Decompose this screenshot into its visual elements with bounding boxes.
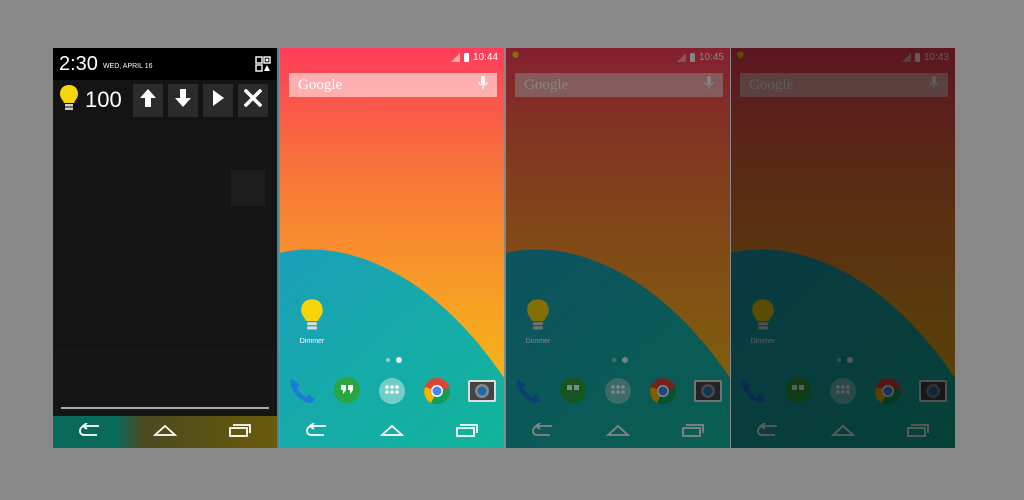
phone-panel-dimmer-controls: 2:30 WED, APRIL 16 100 [53, 48, 277, 448]
google-search-bar[interactable]: Google [740, 73, 948, 97]
hangouts-icon[interactable] [557, 375, 589, 407]
lightbulb-icon [59, 84, 79, 117]
arrow-up-icon [139, 88, 157, 113]
dimmer-app-shortcut[interactable]: Dimmer [745, 298, 781, 345]
page-indicator [612, 357, 628, 363]
recents-icon[interactable] [455, 423, 479, 442]
notification-header: 2:30 WED, APRIL 16 [53, 48, 277, 80]
microphone-icon[interactable] [704, 75, 714, 95]
app-drawer-icon[interactable] [827, 375, 859, 407]
phone-icon[interactable] [737, 375, 769, 407]
back-icon[interactable] [756, 421, 780, 442]
status-bar: 10:45 [506, 48, 730, 66]
lightbulb-icon [751, 299, 775, 336]
navigation-bar [280, 416, 504, 448]
status-time: 10:45 [698, 51, 724, 63]
signal-icon [901, 52, 911, 62]
chrome-icon[interactable] [421, 375, 453, 407]
lightbulb-icon [300, 299, 324, 336]
navigation-bar [506, 416, 730, 448]
app-label: Dimmer [525, 338, 551, 345]
recents-icon[interactable] [228, 423, 252, 442]
battery-icon [914, 52, 920, 62]
app-label: Dimmer [750, 338, 776, 345]
camera-icon[interactable] [692, 375, 724, 407]
hangouts-icon[interactable] [331, 375, 363, 407]
back-icon[interactable] [78, 421, 102, 442]
clock-date: WED, APRIL 16 [102, 63, 153, 70]
dock [506, 374, 730, 408]
hangouts-icon[interactable] [782, 375, 814, 407]
chrome-icon[interactable] [872, 375, 904, 407]
signal-icon [450, 52, 460, 62]
quick-settings-icon[interactable] [255, 56, 271, 77]
home-icon[interactable] [830, 423, 856, 442]
status-time: 10:44 [472, 51, 498, 63]
app-label: Dimmer [299, 338, 325, 345]
play-icon [211, 89, 225, 112]
phone-panel-home-bright: 10:44 Google Dimmer [280, 48, 504, 448]
recents-icon[interactable] [681, 423, 705, 442]
app-drawer-icon[interactable] [602, 375, 634, 407]
google-search-bar[interactable]: Google [515, 73, 723, 97]
brightness-down-button[interactable] [168, 83, 198, 117]
phone-panel-home-dimmed: 10:45 Google Dimmer [506, 48, 730, 448]
lightbulb-icon [526, 299, 550, 336]
back-icon[interactable] [531, 421, 555, 442]
page-indicator [837, 357, 853, 363]
dimmer-notification: 100 [53, 82, 277, 118]
navigation-bar [53, 416, 277, 448]
home-icon[interactable] [152, 423, 178, 442]
status-bar: 10:43 [731, 48, 955, 66]
dimmer-app-shortcut[interactable]: Dimmer [520, 298, 556, 345]
page-indicator [386, 357, 402, 363]
dimmer-notification-icon [512, 51, 519, 64]
dock [280, 374, 504, 408]
app-drawer-icon[interactable] [376, 375, 408, 407]
google-logo: Google [298, 76, 343, 93]
home-icon[interactable] [379, 423, 405, 442]
signal-icon [676, 52, 686, 62]
navigation-bar [731, 416, 955, 448]
google-logo: Google [749, 76, 794, 93]
shade-drag-handle[interactable] [61, 407, 269, 409]
phone-icon[interactable] [512, 375, 544, 407]
dimmer-notification-icon [737, 51, 744, 64]
status-bar: 10:44 [280, 48, 504, 66]
brightness-up-button[interactable] [133, 83, 163, 117]
microphone-icon[interactable] [929, 75, 939, 95]
phone-icon[interactable] [286, 375, 318, 407]
back-icon[interactable] [305, 421, 329, 442]
dimmer-app-shortcut[interactable]: Dimmer [294, 298, 330, 345]
battery-icon [689, 52, 695, 62]
panel-divider [277, 48, 279, 448]
battery-icon [463, 52, 469, 62]
close-icon [243, 88, 263, 112]
chrome-icon[interactable] [647, 375, 679, 407]
clock-time: 2:30 [59, 52, 98, 75]
recents-icon[interactable] [906, 423, 930, 442]
dock [731, 374, 955, 408]
phone-panel-home-dimmest: 10:43 Google Dimmer [731, 48, 955, 448]
home-icon[interactable] [605, 423, 631, 442]
microphone-icon[interactable] [478, 75, 488, 95]
camera-icon[interactable] [917, 375, 949, 407]
status-time: 10:43 [923, 51, 949, 63]
brightness-value: 100 [85, 87, 122, 112]
close-button[interactable] [238, 83, 268, 117]
camera-icon[interactable] [466, 375, 498, 407]
google-search-bar[interactable]: Google [289, 73, 497, 97]
google-logo: Google [524, 76, 569, 93]
play-button[interactable] [203, 83, 233, 117]
arrow-down-icon [174, 88, 192, 113]
